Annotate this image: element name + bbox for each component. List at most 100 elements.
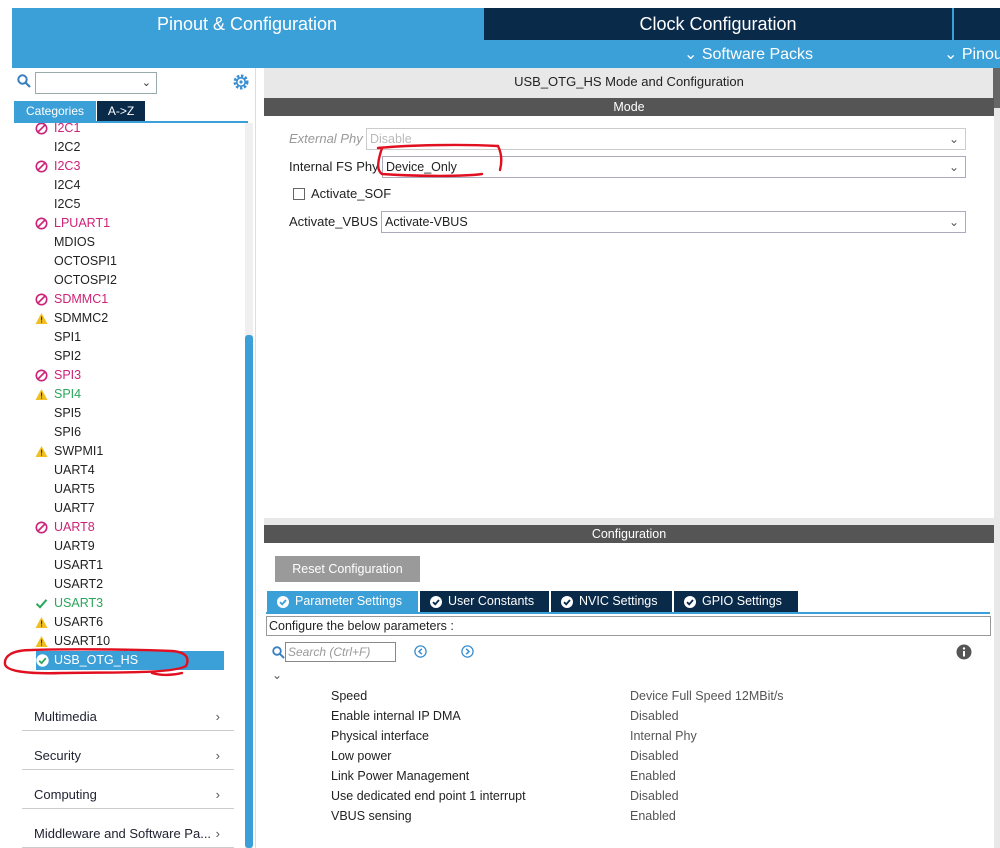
tab-gpio-settings[interactable]: GPIO Settings (674, 591, 798, 612)
tab-label: NVIC Settings (579, 594, 658, 608)
peripheral-item-uart5[interactable]: UART5 (14, 480, 224, 499)
tab-parameter-settings[interactable]: Parameter Settings (267, 591, 418, 612)
search-icon (272, 646, 285, 659)
peripheral-label: UART8 (54, 520, 95, 534)
peripheral-item-spi6[interactable]: SPI6 (14, 423, 224, 442)
peripheral-item-uart7[interactable]: UART7 (14, 499, 224, 518)
check-circle-icon (36, 654, 49, 667)
tab-more[interactable] (954, 8, 1000, 40)
peripheral-item-i2c2[interactable]: I2C2 (14, 138, 224, 157)
sidebar-scrollbar-thumb[interactable] (245, 335, 253, 848)
peripheral-item-uart9[interactable]: UART9 (14, 537, 224, 556)
peripheral-item-swpmi1[interactable]: SWPMI1 (14, 442, 224, 461)
peripheral-label: SPI1 (54, 330, 82, 344)
parameter-name: VBUS sensing (331, 809, 412, 823)
chevron-right-icon: › (215, 826, 220, 841)
peripheral-label: UART9 (54, 539, 95, 553)
peripheral-item-i2c5[interactable]: I2C5 (14, 195, 224, 214)
peripheral-item-lpuart1[interactable]: LPUART1 (14, 214, 224, 233)
category-multimedia[interactable]: Multimedia › (22, 697, 234, 731)
parameter-value[interactable]: Internal Phy (630, 729, 697, 743)
peripheral-item-usart1[interactable]: USART1 (14, 556, 224, 575)
tab-nvic-settings[interactable]: NVIC Settings (551, 591, 672, 612)
peripheral-item-octospi2[interactable]: OCTOSPI2 (14, 271, 224, 290)
peripheral-item-mdios[interactable]: MDIOS (14, 233, 224, 252)
warning-icon (35, 389, 48, 400)
check-icon (35, 599, 48, 609)
tab-user-constants[interactable]: User Constants (420, 591, 549, 612)
tab-clock-configuration[interactable]: Clock Configuration (484, 8, 952, 40)
gear-icon[interactable] (232, 73, 250, 91)
peripheral-item-usb-otg-hs[interactable]: USB_OTG_HS (36, 651, 224, 670)
panel-edge-handle[interactable] (993, 68, 1000, 108)
previous-result-icon[interactable] (414, 645, 427, 658)
category-security[interactable]: Security › (22, 736, 234, 770)
peripheral-label: UART4 (54, 463, 95, 477)
peripheral-label: I2C3 (54, 159, 81, 173)
reset-configuration-button[interactable]: Reset Configuration (275, 556, 420, 582)
check-circle-icon (430, 596, 442, 608)
activate-sof-label: Activate_SOF (311, 186, 392, 201)
peripheral-item-usart3[interactable]: USART3 (14, 594, 224, 613)
peripheral-label: I2C2 (54, 140, 81, 154)
peripheral-item-usart2[interactable]: USART2 (14, 575, 224, 594)
peripheral-item-spi1[interactable]: SPI1 (14, 328, 224, 347)
peripheral-item-i2c4[interactable]: I2C4 (14, 176, 224, 195)
parameter-value[interactable]: Disabled (630, 749, 679, 763)
tab-categories[interactable]: Categories (14, 101, 96, 121)
pinout-menu[interactable]: ⌄ Pinout (944, 44, 1000, 64)
peripheral-item-uart8[interactable]: UART8 (14, 518, 224, 537)
parameter-value[interactable]: Enabled (630, 809, 676, 823)
parameter-value[interactable]: Disabled (630, 709, 679, 723)
chevron-down-icon: ⌄ (948, 160, 959, 174)
peripheral-item-spi2[interactable]: SPI2 (14, 347, 224, 366)
peripheral-item-spi4[interactable]: SPI4 (14, 385, 224, 404)
peripheral-label: USART2 (54, 577, 104, 591)
warning-icon (35, 636, 48, 647)
peripheral-label: I2C4 (54, 178, 81, 192)
next-result-icon[interactable] (461, 645, 474, 658)
activate-vbus-label: Activate_VBUS (289, 214, 378, 229)
tab-a-z[interactable]: A->Z (97, 101, 145, 121)
category-middleware[interactable]: Middleware and Software Pa... › (22, 814, 234, 848)
category-label: Computing (34, 787, 97, 802)
peripheral-item-spi5[interactable]: SPI5 (14, 404, 224, 423)
peripheral-item-sdmmc2[interactable]: SDMMC2 (14, 309, 224, 328)
internal-fs-phy-select[interactable]: Device_Only ⌄ (382, 156, 966, 178)
peripheral-label: USB_OTG_HS (54, 653, 139, 667)
peripheral-label: SPI4 (54, 387, 82, 401)
parameter-value[interactable]: Disabled (630, 789, 679, 803)
mode-panel-title: USB_OTG_HS Mode and Configuration (514, 74, 744, 89)
parameter-name: Low power (331, 749, 392, 763)
chevron-down-icon: ⌄ (948, 132, 959, 146)
parameter-search-input[interactable]: Search (Ctrl+F) (285, 642, 396, 662)
peripheral-search-combo[interactable]: ⌄ (35, 72, 157, 94)
peripheral-item-sdmmc1[interactable]: SDMMC1 (14, 290, 224, 309)
peripheral-label: SDMMC1 (54, 292, 109, 306)
peripheral-item-usart10[interactable]: USART10 (14, 632, 224, 651)
internal-fs-phy-value: Device_Only (386, 160, 457, 174)
activate-vbus-select[interactable]: Activate-VBUS ⌄ (381, 211, 966, 233)
peripheral-label: MDIOS (54, 235, 95, 249)
peripheral-item-octospi1[interactable]: OCTOSPI1 (14, 252, 224, 271)
check-circle-icon (684, 596, 696, 608)
check-circle-icon (277, 596, 289, 608)
parameter-value[interactable]: Device Full Speed 12MBit/s (630, 689, 784, 703)
parameter-value[interactable]: Enabled (630, 769, 676, 783)
peripheral-item-i2c1[interactable]: I2C1 (14, 123, 224, 138)
category-computing[interactable]: Computing › (22, 775, 234, 809)
disabled-icon (35, 160, 48, 173)
info-icon[interactable] (956, 644, 972, 660)
peripheral-item-spi3[interactable]: SPI3 (14, 366, 224, 385)
tab-pinout-configuration[interactable]: Pinout & Configuration (12, 8, 482, 40)
external-phy-label: External Phy (289, 131, 363, 146)
peripheral-item-usart6[interactable]: USART6 (14, 613, 224, 632)
parameter-name: Enable internal IP DMA (331, 709, 461, 723)
pinout-menu-label: Pinout (961, 46, 1000, 63)
software-packs-menu[interactable]: ⌄ Software Packs (684, 44, 813, 64)
chevron-down-icon[interactable]: ⌄ (272, 668, 282, 682)
parameter-name: Speed (331, 689, 368, 703)
activate-sof-checkbox[interactable] (293, 188, 305, 200)
peripheral-item-uart4[interactable]: UART4 (14, 461, 224, 480)
peripheral-item-i2c3[interactable]: I2C3 (14, 157, 224, 176)
